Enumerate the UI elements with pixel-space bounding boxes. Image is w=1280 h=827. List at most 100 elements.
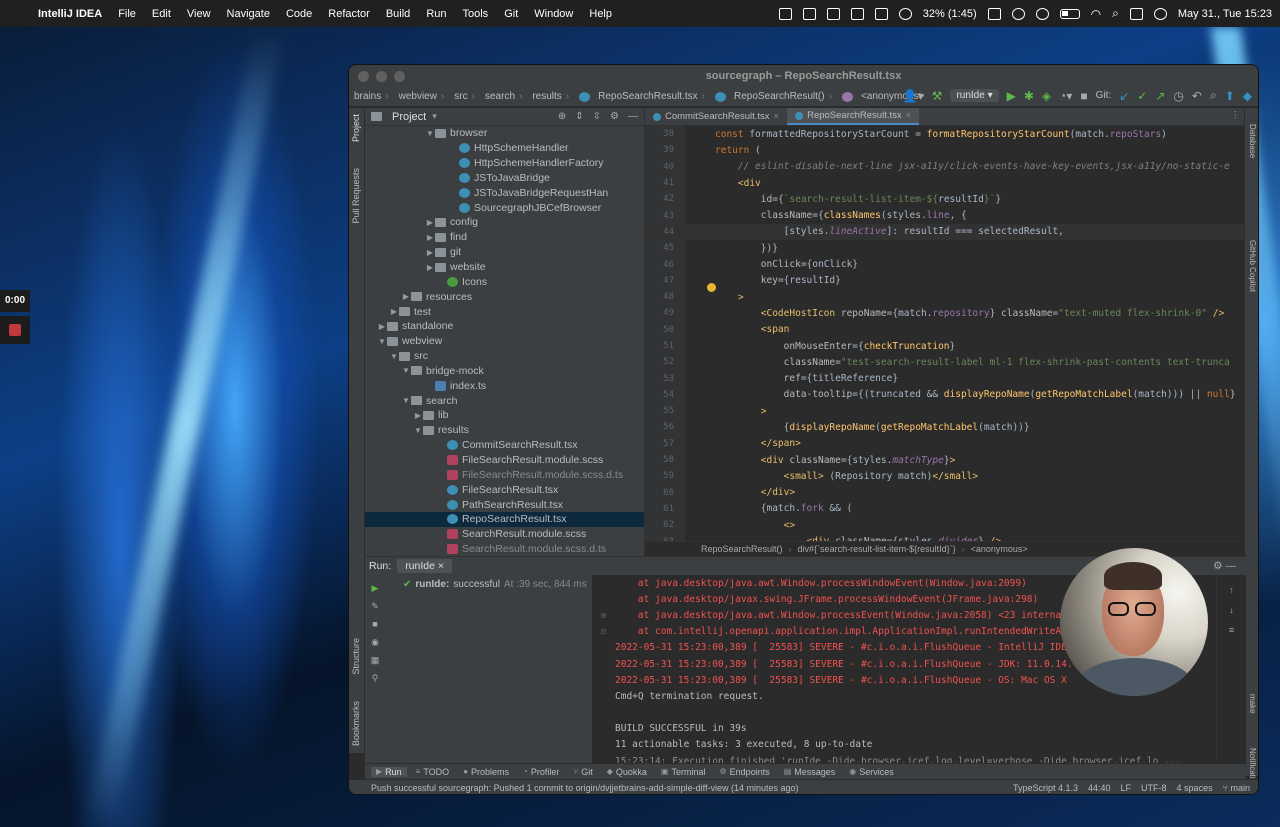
- tree-item[interactable]: FileSearchResult.module.scss.d.ts: [365, 467, 644, 482]
- crumb-anonymous[interactable]: <anonymous>: [971, 544, 1028, 554]
- git-push-icon[interactable]: ↗: [1155, 89, 1165, 103]
- menu-edit[interactable]: Edit: [144, 8, 179, 20]
- toolbox-icon[interactable]: ◆: [1243, 89, 1252, 103]
- git-branch[interactable]: ⑂ main: [1223, 783, 1250, 793]
- menu-view[interactable]: View: [179, 8, 219, 20]
- drive-icon[interactable]: [826, 7, 840, 20]
- menu-build[interactable]: Build: [378, 8, 418, 20]
- tree-item[interactable]: ▼ bridge-mock: [365, 364, 644, 379]
- tree-item[interactable]: ▶ standalone: [365, 319, 644, 334]
- breadcrumb-function[interactable]: RepoSearchResult() ›: [710, 91, 837, 102]
- chevron-down-icon[interactable]: ▼: [377, 337, 387, 346]
- tree-item[interactable]: ▼ browser: [365, 126, 644, 141]
- scroll-up-icon[interactable]: ↑: [1227, 585, 1237, 595]
- tree-item[interactable]: ▶ resources: [365, 289, 644, 304]
- code-line[interactable]: 47 key={resultId}: [645, 273, 1246, 289]
- bitwarden-icon[interactable]: [1011, 7, 1025, 20]
- tab-commit-search-result[interactable]: CommitSearchResult.tsx ×: [645, 108, 787, 125]
- ide-update-icon[interactable]: ⬆: [1225, 89, 1235, 103]
- chevron-down-icon[interactable]: ▼: [425, 129, 435, 138]
- typescript-version[interactable]: TypeScript 4.1.3: [1013, 783, 1078, 793]
- code-line[interactable]: 58 <div className={styles.matchType}>: [645, 452, 1246, 468]
- tree-item[interactable]: ▼ webview: [365, 334, 644, 349]
- breadcrumb-src[interactable]: src ›: [449, 91, 480, 102]
- make-tool-tab[interactable]: make: [1248, 694, 1257, 714]
- structure-tool-tab[interactable]: Structure: [351, 638, 361, 675]
- tool-tab-run[interactable]: ▶ Run: [371, 766, 407, 777]
- scroll-down-icon[interactable]: ↓: [1227, 605, 1237, 615]
- menubar-datetime[interactable]: May 31., Tue 15:23: [1178, 8, 1272, 20]
- code-line[interactable]: 59 <small> (Repository match)</small>: [645, 468, 1246, 484]
- intention-bulb-icon[interactable]: [707, 283, 716, 292]
- menu-window[interactable]: Window: [526, 8, 581, 20]
- code-line[interactable]: 40 // eslint-disable-next-line jsx-a11y/…: [645, 159, 1246, 175]
- chevron-right-icon[interactable]: ▶: [425, 263, 435, 272]
- code-area[interactable]: 38 const formattedRepositoryStarCount = f…: [645, 126, 1246, 547]
- project-title[interactable]: Project: [392, 111, 426, 123]
- code-line[interactable]: 56 {displayRepoName(getRepoMatchLabel(ma…: [645, 419, 1246, 435]
- git-update-icon[interactable]: ↙: [1119, 89, 1129, 103]
- time-machine-icon[interactable]: [1035, 7, 1049, 20]
- code-line[interactable]: 38 const formattedRepositoryStarCount = f…: [645, 126, 1246, 142]
- profile-icon[interactable]: ◔▾: [1059, 89, 1072, 103]
- crumb-function[interactable]: RepoSearchResult(): [701, 544, 783, 554]
- screen-icon[interactable]: [850, 7, 864, 20]
- grammarly-icon[interactable]: [898, 7, 912, 20]
- wrench-icon[interactable]: ✎: [370, 601, 380, 611]
- chevron-right-icon[interactable]: ▶: [401, 292, 411, 301]
- chevron-right-icon[interactable]: ▶: [377, 322, 387, 331]
- coverage-icon[interactable]: ◈: [1042, 89, 1051, 103]
- file-encoding[interactable]: UTF-8: [1141, 783, 1167, 793]
- close-icon[interactable]: ×: [774, 111, 780, 122]
- tree-item[interactable]: ▶ website: [365, 260, 644, 275]
- tab-repo-search-result[interactable]: RepoSearchResult.tsx ×: [787, 108, 920, 125]
- code-line[interactable]: 51 onMouseEnter={checkTruncation}: [645, 338, 1246, 354]
- code-line[interactable]: 48 >: [645, 289, 1246, 305]
- soft-wrap-icon[interactable]: ≡: [1227, 625, 1237, 635]
- tree-item[interactable]: SearchResult.module.scss: [365, 527, 644, 542]
- run-icon[interactable]: ▶: [1007, 89, 1016, 103]
- focus-icon[interactable]: [987, 7, 1001, 20]
- chevron-right-icon[interactable]: ▶: [425, 233, 435, 242]
- crumb-div[interactable]: div#{`search-result-list-item-${resultId…: [798, 544, 956, 554]
- chevron-down-icon[interactable]: ▾: [432, 111, 437, 122]
- breadcrumb-root[interactable]: brains ›: [349, 91, 394, 102]
- code-line[interactable]: 62 <>: [645, 517, 1246, 533]
- tree-item[interactable]: ▼ results: [365, 423, 644, 438]
- tree-item[interactable]: SourcegraphJBCefBrowser: [365, 200, 644, 215]
- tree-item[interactable]: FileSearchResult.module.scss: [365, 453, 644, 468]
- code-line[interactable]: 55 >: [645, 403, 1246, 419]
- tree-item[interactable]: HttpSchemeHandlerFactory: [365, 156, 644, 171]
- code-line[interactable]: 54 data-tooltip={(truncated && displayRe…: [645, 387, 1246, 403]
- code-line[interactable]: 42 id={`search-result-list-item-${result…: [645, 191, 1246, 207]
- user-icon[interactable]: 👤▾: [903, 89, 924, 103]
- layout-icon[interactable]: ▦: [370, 655, 380, 665]
- breadcrumb-webview[interactable]: webview ›: [394, 91, 450, 102]
- chevron-down-icon[interactable]: ▼: [413, 426, 423, 435]
- chevron-right-icon[interactable]: ▶: [425, 218, 435, 227]
- tool-tab-git[interactable]: ⑂ Git: [568, 767, 597, 777]
- tool-tab-profiler[interactable]: ◔ Profiler: [518, 767, 564, 777]
- tool-tab-problems[interactable]: ● Problems: [458, 767, 514, 777]
- status-message[interactable]: Push successful sourcegraph: Pushed 1 co…: [371, 783, 799, 793]
- close-icon[interactable]: ×: [906, 110, 912, 121]
- code-line[interactable]: 60 </div>: [645, 485, 1246, 501]
- code-line[interactable]: 41 <div: [645, 175, 1246, 191]
- hide-icon[interactable]: —: [628, 111, 638, 122]
- git-rollback-icon[interactable]: ↶: [1192, 89, 1202, 103]
- tree-item[interactable]: JSToJavaBridge: [365, 171, 644, 186]
- run-config-select[interactable]: runIde ▾: [950, 89, 999, 102]
- tree-item[interactable]: SearchResult.module.scss.d.ts: [365, 542, 644, 556]
- code-line[interactable]: 44 [styles.lineActive]: resultId === sel…: [645, 223, 1246, 241]
- tool-tab-todo[interactable]: ≡ TODO: [411, 767, 455, 777]
- tree-item[interactable]: index.ts: [365, 378, 644, 393]
- control-center-icon[interactable]: [1129, 7, 1143, 20]
- code-line[interactable]: 45 })}: [645, 240, 1246, 256]
- tool-tab-messages[interactable]: ▤ Messages: [779, 767, 841, 777]
- chevron-down-icon[interactable]: ▼: [389, 352, 399, 361]
- git-history-icon[interactable]: ◷: [1173, 89, 1183, 103]
- menu-code[interactable]: Code: [278, 8, 320, 20]
- run-result-item[interactable]: ✔ runIde: successful At :39 sec, 844 ms: [385, 575, 592, 590]
- menu-file[interactable]: File: [110, 8, 144, 20]
- eye-icon[interactable]: ◉: [370, 637, 380, 647]
